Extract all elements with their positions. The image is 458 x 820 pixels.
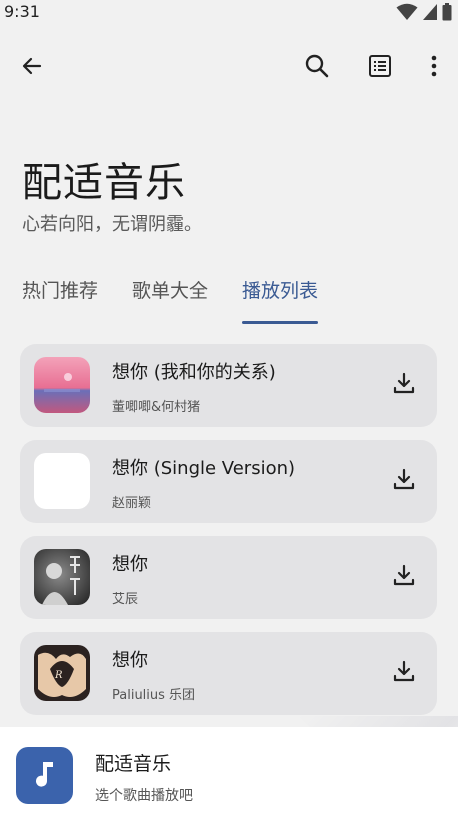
song-artist: 艾辰 [112,592,139,607]
now-playing-bar[interactable]: 配适音乐 选个歌曲播放吧 [0,727,458,820]
status-icons [396,3,452,25]
signal-icon [422,3,438,25]
download-icon [393,372,415,398]
download-icon [393,564,415,590]
back-arrow-icon [20,54,44,82]
album-cover [34,549,90,605]
page-subtitle: 心若向阳，无谓阴霾。 [22,214,202,235]
tab-play-list[interactable]: 播放列表 [242,270,319,324]
status-bar: 9:31 [0,0,458,26]
back-button[interactable] [12,48,52,88]
song-title: 想你 [112,650,148,671]
battery-icon [442,3,452,25]
status-time: 9:31 [4,2,40,21]
tab-bar: 热门推荐 歌单大全 播放列表 [22,270,319,324]
album-cover [34,453,90,509]
tab-label: 热门推荐 [22,280,99,302]
tab-label: 歌单大全 [132,280,209,302]
song-item[interactable]: 想你 (Single Version) 赵丽颖 [20,440,437,523]
song-item[interactable]: 想你 艾辰 [20,536,437,619]
page-title: 配适音乐 [22,160,186,206]
download-button[interactable] [387,464,421,498]
more-vert-icon [431,55,437,81]
download-icon [393,660,415,686]
player-title: 配适音乐 [95,753,172,775]
tab-label: 播放列表 [242,280,319,302]
song-title: 想你 (Single Version) [112,458,296,479]
tab-hot-recommend[interactable]: 热门推荐 [22,270,98,324]
search-icon [304,53,330,83]
song-item[interactable]: 想你 (我和你的关系) 董唧唧&何村猪 [20,344,437,427]
svg-text:R: R [54,670,63,681]
list-view-icon [368,54,392,82]
song-title: 想你 (我和你的关系) [112,362,276,383]
song-item[interactable]: R 想你 Paliulius 乐团 [20,632,437,715]
download-button[interactable] [387,656,421,690]
more-options-button[interactable] [414,48,454,88]
song-artist: 董唧唧&何村猪 [112,400,201,415]
app-bar [0,44,458,92]
song-artist: 赵丽颖 [112,496,152,511]
player-artwork [16,747,73,804]
tab-playlist-collection[interactable]: 歌单大全 [132,270,208,324]
download-icon [393,468,415,494]
player-subtitle: 选个歌曲播放吧 [95,788,193,804]
search-button[interactable] [297,48,337,88]
song-list: 想你 (我和你的关系) 董唧唧&何村猪 想你 (Single Version) … [20,344,438,728]
song-title: 想你 [112,554,148,575]
download-button[interactable] [387,560,421,594]
music-note-icon [33,760,57,792]
album-cover [34,357,90,413]
list-view-button[interactable] [360,48,400,88]
wifi-icon [396,3,418,25]
song-artist: Paliulius 乐团 [112,688,196,703]
download-button[interactable] [387,368,421,402]
active-tab-indicator [242,321,319,324]
album-cover: R [34,645,90,701]
